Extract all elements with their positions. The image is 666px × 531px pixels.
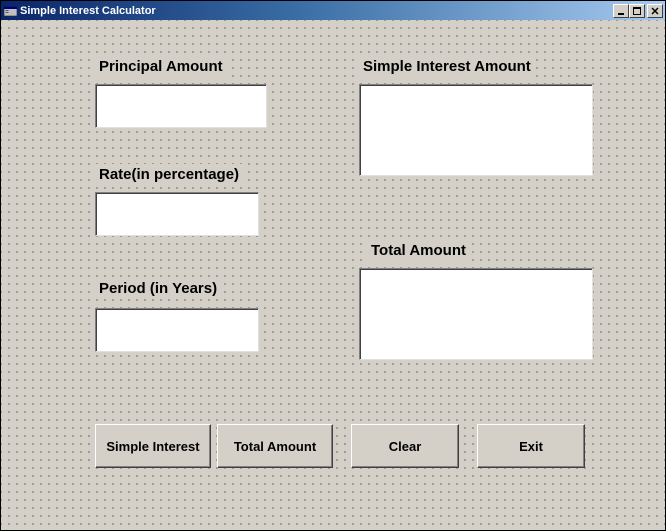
minimize-button[interactable] — [613, 4, 629, 18]
output-total-amount[interactable] — [359, 268, 593, 360]
app-icon — [3, 4, 17, 18]
input-principal[interactable] — [95, 84, 267, 128]
app-window: Simple Interest Calculator Principal Amo… — [0, 0, 666, 531]
label-principal: Principal Amount — [95, 56, 227, 77]
window-buttons — [613, 4, 665, 18]
label-total: Total Amount — [367, 240, 470, 261]
maximize-button[interactable] — [629, 4, 645, 18]
exit-button[interactable]: Exit — [477, 424, 585, 468]
input-rate[interactable] — [95, 192, 259, 236]
label-si: Simple Interest Amount — [359, 56, 535, 77]
titlebar: Simple Interest Calculator — [1, 1, 665, 20]
input-period[interactable] — [95, 308, 259, 352]
simple-interest-button[interactable]: Simple Interest — [95, 424, 211, 468]
total-amount-button[interactable]: Total Amount — [217, 424, 333, 468]
label-rate: Rate(in percentage) — [95, 164, 243, 185]
client-area: Principal Amount Rate(in percentage) Per… — [1, 20, 665, 530]
clear-button[interactable]: Clear — [351, 424, 459, 468]
close-button[interactable] — [647, 4, 663, 18]
window-title: Simple Interest Calculator — [20, 5, 156, 17]
label-period: Period (in Years) — [95, 278, 221, 299]
output-simple-interest[interactable] — [359, 84, 593, 176]
